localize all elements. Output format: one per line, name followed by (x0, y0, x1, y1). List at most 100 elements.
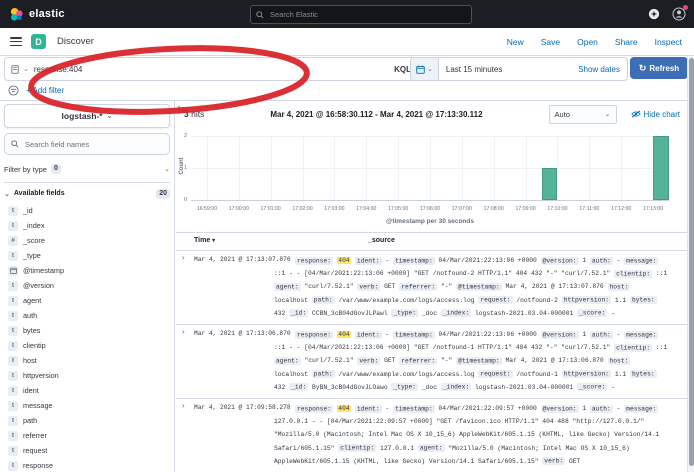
x-tick-label: 17:12:00 (604, 206, 638, 212)
field-item-type[interactable]: t_type (4, 248, 170, 263)
field-item-auth[interactable]: tauth (4, 308, 170, 323)
field-value: - (617, 405, 621, 412)
appbar-action-share[interactable]: Share (615, 37, 638, 47)
expand-row-icon[interactable]: › (182, 327, 185, 336)
field-item-index[interactable]: t_index (4, 218, 170, 233)
field-item-clientip[interactable]: tclientip (4, 338, 170, 353)
field-value: localhost (274, 371, 308, 378)
field-value: /var/www/example.com/logs/access.log (338, 297, 474, 304)
expand-row-icon[interactable]: › (182, 401, 185, 410)
field-item-version[interactable]: t@version (4, 278, 170, 293)
field-key-chip: message: (624, 405, 658, 413)
appbar-action-inspect[interactable]: Inspect (655, 37, 682, 47)
scrollbar-thumb[interactable] (689, 58, 694, 466)
query-language-button[interactable]: KQL (394, 65, 411, 74)
field-item-referrer[interactable]: treferrer (4, 428, 170, 443)
histogram-bar[interactable] (542, 168, 558, 200)
field-item-response[interactable]: t response (4, 458, 170, 472)
expand-row-icon[interactable]: › (182, 253, 185, 262)
chevron-down-icon: ⌄ (164, 165, 170, 173)
menu-icon[interactable] (10, 37, 22, 46)
histogram-bar[interactable] (653, 136, 669, 200)
divider (4, 182, 170, 183)
field-key-chip: ident: (355, 405, 382, 413)
field-value: 1 (582, 331, 586, 338)
field-value: 432 (274, 384, 285, 391)
field-key-chip: bytes: (630, 296, 657, 304)
field-value: /notfound-2 (516, 297, 558, 304)
field-value: _doc (422, 384, 437, 391)
field-name: httpversion (23, 371, 59, 380)
field-key-chip: agent: (274, 283, 301, 291)
field-key-chip: path: (312, 296, 335, 304)
add-filter-button[interactable]: + Add filter (26, 86, 64, 95)
field-item-agent[interactable]: tagent (4, 293, 170, 308)
field-name: message (23, 401, 53, 410)
field-name: response (23, 461, 53, 470)
field-search[interactable] (4, 133, 170, 155)
available-fields-header[interactable]: ⌄ Available fields 20 (4, 187, 170, 200)
field-value: ByBN_3cB04dGovJLOawo (312, 384, 388, 391)
field-name: @timestamp (23, 266, 64, 275)
text-field-icon: t (8, 326, 18, 336)
filter-options-icon[interactable] (8, 85, 19, 96)
x-tick-label: 17:09:00 (509, 206, 543, 212)
histogram-chart: Count @timestamp per 30 seconds 01216:59… (176, 127, 694, 232)
show-dates-button[interactable]: Show dates (578, 65, 627, 74)
time-range-value[interactable]: Last 15 minutes (439, 65, 578, 74)
field-value: - (617, 331, 621, 338)
vertical-scrollbar (687, 56, 694, 472)
x-tick-label: 17:01:00 (254, 206, 288, 212)
text-field-icon: t (8, 461, 18, 471)
field-value: 04/Mar/2021:22:09:57 +0000 (439, 405, 537, 412)
field-value: GET (569, 458, 580, 465)
chevron-down-icon[interactable]: ⌄ (23, 65, 29, 73)
date-quick-menu[interactable]: ⌄ (411, 58, 439, 80)
field-search-input[interactable] (23, 139, 163, 150)
x-tick-label: 17:10:00 (540, 206, 574, 212)
field-item-httpversion[interactable]: thttpversion (4, 368, 170, 383)
discover-app-badge[interactable]: D (31, 34, 46, 49)
field-value: 1.1 (615, 371, 626, 378)
field-item-message[interactable]: tmessage (4, 398, 170, 413)
query-input[interactable] (32, 64, 391, 75)
field-key-chip: clientip: (338, 444, 376, 452)
help-icon[interactable] (648, 8, 660, 20)
elastic-logo[interactable]: elastic (0, 7, 65, 22)
hide-chart-button[interactable]: Hide chart (631, 110, 680, 119)
field-item-id[interactable]: t_id (4, 203, 170, 218)
x-tick-label: 17:08:00 (477, 206, 511, 212)
field-item-bytes[interactable]: tbytes (4, 323, 170, 338)
appbar-action-new[interactable]: New (507, 37, 524, 47)
query-input-wrapper[interactable]: ⌄ KQL (4, 57, 418, 81)
field-value: localhost (274, 297, 308, 304)
field-key-chip: host: (608, 283, 631, 291)
field-item-request[interactable]: trequest (4, 443, 170, 458)
field-key-chip: referrer: (399, 283, 437, 291)
field-value: GET (384, 357, 395, 364)
interval-select[interactable]: Auto ⌄ (549, 105, 617, 124)
user-avatar[interactable] (672, 7, 686, 21)
global-search-input[interactable] (268, 9, 466, 20)
available-fields-count: 20 (156, 189, 170, 199)
global-search[interactable] (250, 5, 472, 24)
field-value: "curl/7.52.1" (304, 357, 353, 364)
time-column-header[interactable]: Time ▾ (194, 237, 215, 244)
document-source: response: 404 ident: - timestamp: 04/Mar… (274, 402, 668, 468)
appbar-action-save[interactable]: Save (541, 37, 560, 47)
refresh-button[interactable]: ↻ Refresh (630, 57, 688, 79)
field-item-timestamp[interactable]: @timestamp (4, 263, 170, 278)
index-pattern-select[interactable]: logstash-* ⌄ (4, 104, 170, 128)
filter-by-type[interactable]: Filter by type 0 ⌄ (4, 161, 170, 177)
hits-label: hits (191, 109, 204, 119)
appbar-action-open[interactable]: Open (577, 37, 598, 47)
field-value: - (385, 257, 389, 264)
field-item-score[interactable]: #_score (4, 233, 170, 248)
text-field-icon: t (8, 416, 18, 426)
chevron-down-icon: ⌄ (4, 190, 10, 198)
field-item-path[interactable]: tpath (4, 413, 170, 428)
field-key-chip: message: (624, 331, 658, 339)
field-item-host[interactable]: thost (4, 353, 170, 368)
saved-query-icon[interactable] (11, 65, 20, 74)
field-item-ident[interactable]: tident (4, 383, 170, 398)
